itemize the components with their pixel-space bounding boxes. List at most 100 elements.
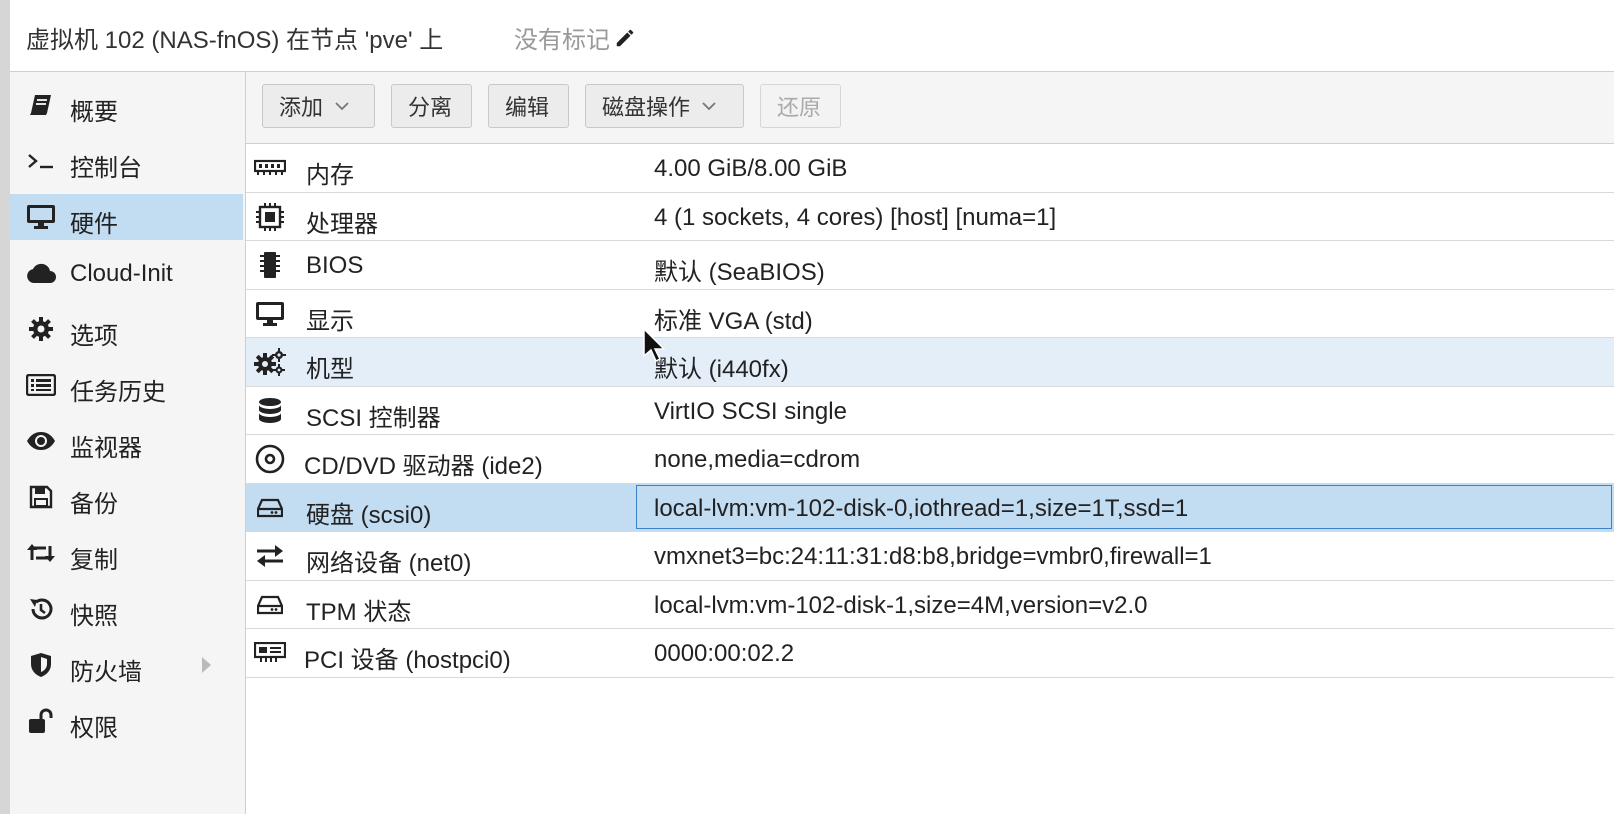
row-value: 4.00 GiB/8.00 GiB — [654, 155, 848, 182]
row-value: 默认 (i440fx) — [654, 356, 789, 383]
detach-button[interactable]: 分离 — [391, 84, 472, 128]
retweet-icon — [26, 541, 56, 565]
list-icon — [26, 373, 56, 397]
sidebar: 概要 控制台 硬件 Cloud-Init 选项 任务历史 监视器 备份 复制 快… — [10, 72, 246, 814]
page-title: 虚拟机 102 (NAS-fnOS) 在节点 'pve' 上 — [26, 27, 444, 54]
row-value: 默认 (SeaBIOS) — [654, 259, 825, 286]
revert-button-label: 还原 — [777, 95, 822, 120]
sidebar-item-replication[interactable]: 复制 — [10, 530, 243, 576]
floppy-icon — [26, 485, 56, 509]
row-value: vmxnet3=bc:24:11:31:d8:b8,bridge=vmbr0,f… — [654, 543, 1212, 570]
sidebar-item-permissions[interactable]: 权限 — [10, 698, 243, 744]
sidebar-item-label: 备份 — [70, 491, 118, 518]
row-value: VirtIO SCSI single — [654, 397, 847, 425]
sidebar-item-firewall[interactable]: 防火墙 — [10, 642, 243, 688]
table-row-network[interactable]: 网络设备 (net0) vmxnet3=bc:24:11:31:d8:b8,br… — [246, 532, 1614, 581]
row-value: 4 (1 sockets, 4 cores) [host] [numa=1] — [654, 203, 1057, 231]
submenu-arrow-icon[interactable] — [200, 656, 212, 679]
sidebar-item-label: 权限 — [70, 715, 118, 742]
edit-button[interactable]: 编辑 — [488, 84, 569, 128]
cloud-icon — [26, 261, 56, 285]
row-value: none,media=cdrom — [654, 446, 861, 473]
history-icon — [26, 597, 56, 621]
hardware-table: 内存 4.00 GiB/8.00 GiB 处理器 4 (1 sockets, 4… — [246, 144, 1614, 678]
table-row-machine[interactable]: 机型 默认 (i440fx) — [246, 338, 1614, 387]
table-row-cpu[interactable]: 处理器 4 (1 sockets, 4 cores) [host] [numa=… — [246, 192, 1614, 241]
tags-label: 没有标记 — [514, 27, 610, 54]
toolbar: 添加 分离 编辑 磁盘操作 还原 — [246, 72, 1614, 144]
monitor-icon — [26, 205, 56, 229]
pencil-icon[interactable] — [614, 27, 636, 49]
microchip-icon — [254, 252, 286, 278]
sidebar-item-snapshot[interactable]: 快照 — [10, 586, 243, 632]
table-row-display[interactable]: 显示 标准 VGA (std) — [246, 289, 1614, 338]
sidebar-item-task-history[interactable]: 任务历史 — [10, 362, 243, 408]
row-value: 标准 VGA (std) — [654, 307, 813, 335]
shield-icon — [26, 653, 56, 677]
sidebar-item-label: 快照 — [70, 603, 118, 630]
row-name: TPM 状态 — [306, 598, 412, 626]
sidebar-item-console[interactable]: 控制台 — [10, 138, 243, 184]
eye-icon — [26, 429, 56, 453]
table-row-cdrom[interactable]: CD/DVD 驱动器 (ide2) none,media=cdrom — [246, 435, 1614, 484]
database-icon — [254, 397, 286, 423]
table-row-scsi-controller[interactable]: SCSI 控制器 VirtIO SCSI single — [246, 386, 1614, 435]
chevron-down-icon — [335, 101, 349, 111]
detach-button-label: 分离 — [408, 95, 453, 120]
cdrom-icon — [254, 444, 286, 474]
row-name: 机型 — [306, 356, 354, 383]
sidebar-item-options[interactable]: 选项 — [10, 306, 243, 352]
row-value: 0000:00:02.2 — [654, 640, 795, 667]
sidebar-item-label: 任务历史 — [70, 379, 166, 406]
row-name: SCSI 控制器 — [306, 404, 441, 432]
table-row-hard-disk[interactable]: 硬盘 (scsi0) local-lvm:vm-102-disk-0,iothr… — [246, 483, 1614, 532]
sidebar-item-summary[interactable]: 概要 — [10, 82, 243, 128]
chevron-down-icon — [702, 101, 716, 111]
unlock-icon — [26, 708, 56, 733]
row-name: 网络设备 (net0) — [306, 550, 472, 577]
book-icon — [26, 93, 56, 117]
table-row-memory[interactable]: 内存 4.00 GiB/8.00 GiB — [246, 144, 1614, 193]
mouse-cursor-icon — [643, 328, 665, 362]
row-name: 处理器 — [306, 210, 378, 238]
sidebar-item-backup[interactable]: 备份 — [10, 474, 243, 520]
gear-icon — [26, 317, 56, 341]
add-button-label: 添加 — [279, 95, 324, 120]
revert-button[interactable]: 还原 — [760, 84, 841, 128]
row-value: local-lvm:vm-102-disk-1,size=4M,version=… — [654, 591, 1148, 619]
exchange-icon — [254, 544, 286, 568]
sidebar-item-label: 硬件 — [70, 211, 118, 238]
cogs-icon — [254, 348, 286, 376]
sidebar-item-label: 选项 — [70, 323, 118, 350]
sidebar-item-hardware[interactable]: 硬件 — [10, 194, 243, 240]
hdd-icon — [254, 496, 286, 520]
sidebar-item-cloud-init[interactable]: Cloud-Init — [10, 250, 243, 296]
edit-button-label: 编辑 — [505, 95, 550, 120]
table-row-bios[interactable]: BIOS 默认 (SeaBIOS) — [246, 241, 1614, 290]
row-name: 显示 — [306, 307, 354, 335]
sidebar-item-label: 复制 — [70, 547, 118, 574]
pci-card-icon — [254, 641, 286, 665]
header: 虚拟机 102 (NAS-fnOS) 在节点 'pve' 上 没有标记 — [10, 0, 1614, 72]
table-row-tpm-state[interactable]: TPM 状态 local-lvm:vm-102-disk-1,size=4M,v… — [246, 580, 1614, 629]
row-value: local-lvm:vm-102-disk-0,iothread=1,size=… — [654, 494, 1189, 522]
sidebar-item-label: Cloud-Init — [70, 260, 173, 287]
sidebar-item-monitor[interactable]: 监视器 — [10, 418, 243, 464]
tags-editor[interactable]: 没有标记 — [514, 20, 636, 55]
row-name: 硬盘 (scsi0) — [306, 501, 432, 529]
sidebar-item-label: 监视器 — [70, 435, 142, 462]
disk-action-button-label: 磁盘操作 — [602, 95, 691, 120]
terminal-icon — [26, 149, 56, 173]
window-edge — [0, 0, 10, 814]
hdd-icon — [254, 593, 286, 617]
row-name: 内存 — [306, 162, 354, 189]
sidebar-item-label: 控制台 — [70, 155, 142, 182]
disk-action-button[interactable]: 磁盘操作 — [585, 84, 744, 128]
sidebar-item-label: 概要 — [70, 99, 118, 126]
row-name: CD/DVD 驱动器 (ide2) — [304, 453, 543, 480]
sidebar-item-label: 防火墙 — [70, 659, 142, 686]
memory-icon — [254, 156, 286, 180]
add-button[interactable]: 添加 — [262, 84, 375, 128]
table-row-pci-device[interactable]: PCI 设备 (hostpci0) 0000:00:02.2 — [246, 629, 1614, 678]
cpu-icon — [254, 202, 286, 231]
